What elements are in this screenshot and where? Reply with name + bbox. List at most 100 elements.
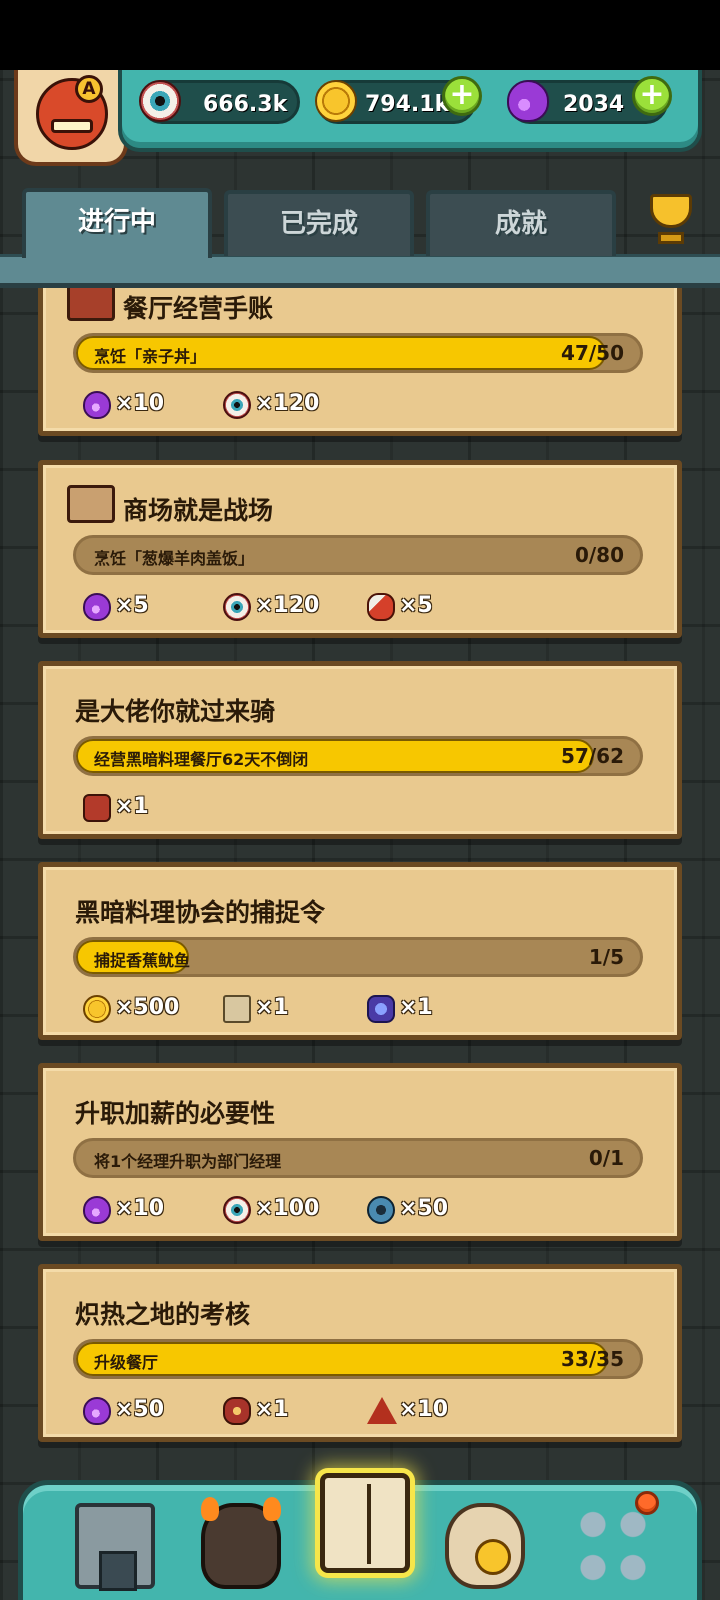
grid-menu-icon xyxy=(573,1503,653,1589)
bottom-navigation xyxy=(18,1473,702,1600)
nav-monster[interactable] xyxy=(201,1497,281,1589)
eyeball-value: 666.3k xyxy=(203,92,288,117)
quest-rewards: ×10 ×120 xyxy=(83,389,643,423)
eyeball-icon xyxy=(139,80,181,122)
quest-progress-count: 47/50 xyxy=(561,341,624,365)
quest-card[interactable]: 餐厅经营手账 烹饪「亲子丼」 47/50 ×10 ×120 xyxy=(38,288,682,436)
map-icon xyxy=(223,995,251,1023)
tab-achievements[interactable]: 成就 xyxy=(426,190,616,256)
reward-qty: ×120 xyxy=(255,391,320,416)
add-potion-button[interactable]: + xyxy=(632,76,672,116)
book-icon xyxy=(320,1473,410,1573)
quest-title: 升职加薪的必要性 xyxy=(75,1099,276,1128)
quest-title: 餐厅经营手账 xyxy=(123,294,274,323)
rank-badge: A xyxy=(75,75,103,103)
quest-progress-count: 0/80 xyxy=(574,543,624,567)
quest-title: 炽热之地的考核 xyxy=(75,1300,251,1329)
tab-bar-base xyxy=(0,254,720,288)
quest-progress-bar: 经营黑暗料理餐厅62天不倒闭 57/62 xyxy=(73,736,643,776)
reward-qty: ×1 xyxy=(255,995,289,1020)
money-bag-icon xyxy=(445,1503,525,1589)
quest-card[interactable]: 是大佬你就过来骑 经营黑暗料理餐厅62天不倒闭 57/62 ×1 xyxy=(38,661,682,839)
quest-rewards: ×50 ×1 ×10 xyxy=(83,1395,643,1429)
tab-completed[interactable]: 已完成 xyxy=(224,190,414,256)
trophy-icon[interactable] xyxy=(640,192,702,248)
quest-card[interactable]: 商场就是战场 烹饪「葱爆羊肉盖饭」 0/80 ×5 ×120 ×5 xyxy=(38,460,682,638)
reward-qty: ×1 xyxy=(399,995,433,1020)
quest-card[interactable]: 炽热之地的考核 升级餐厅 33/35 ×50 ×1 ×10 xyxy=(38,1264,682,1442)
eyeball-icon xyxy=(223,1196,251,1224)
coin-value: 794.1k xyxy=(365,92,450,117)
flower-icon xyxy=(223,1397,251,1425)
reward-qty: ×10 xyxy=(115,1196,165,1221)
gear-icon xyxy=(367,1196,395,1224)
potion-icon xyxy=(83,1397,111,1425)
potion-icon xyxy=(83,1196,111,1224)
reward-qty: ×10 xyxy=(399,1397,449,1422)
reward-qty: ×500 xyxy=(115,995,180,1020)
reward-qty: ×50 xyxy=(399,1196,449,1221)
quest-task: 捕捉香蕉鱿鱼 xyxy=(94,951,191,970)
quest-card[interactable]: 黑暗料理协会的捕捉令 捕捉香蕉鱿鱼 1/5 ×500 ×1 ×1 xyxy=(38,862,682,1040)
reward-qty: ×50 xyxy=(115,1397,165,1422)
quest-task: 烹饪「葱爆羊肉盖饭」 xyxy=(94,549,255,568)
restaurant-icon xyxy=(75,1503,155,1591)
potion-value: 2034 xyxy=(563,92,625,117)
notification-dot xyxy=(635,1491,659,1515)
eyeball-icon xyxy=(223,391,251,419)
reward-qty: ×5 xyxy=(115,593,149,618)
crystal-icon xyxy=(367,995,395,1023)
reward-qty: ×1 xyxy=(115,794,149,819)
tab-in-progress[interactable]: 进行中 xyxy=(22,188,212,258)
trophy-cup xyxy=(650,194,692,228)
monster-icon xyxy=(201,1497,281,1589)
coin-icon xyxy=(315,80,357,122)
resource-bar: 666.3k 794.1k + 2034 + xyxy=(118,70,702,152)
nav-quest-book[interactable] xyxy=(320,1473,410,1573)
meat-icon xyxy=(367,593,395,621)
quest-card[interactable]: 升职加薪的必要性 将1个经理升职为部门经理 0/1 ×10 ×100 ×50 xyxy=(38,1063,682,1241)
quest-progress-count: 57/62 xyxy=(561,744,624,768)
trophy-base xyxy=(658,232,684,244)
quest-progress-bar: 烹饪「亲子丼」 47/50 xyxy=(73,333,643,373)
quest-progress-bar: 将1个经理升职为部门经理 0/1 xyxy=(73,1138,643,1178)
reward-qty: ×120 xyxy=(255,593,320,618)
quest-progress-count: 1/5 xyxy=(588,945,624,969)
coin-icon xyxy=(83,995,111,1023)
nav-more[interactable] xyxy=(573,1491,659,1589)
quest-title: 黑暗料理协会的捕捉令 xyxy=(75,898,326,927)
quest-rewards: ×10 ×100 ×50 xyxy=(83,1194,643,1228)
quest-title: 是大佬你就过来骑 xyxy=(75,697,276,726)
quest-progress-bar: 捕捉香蕉鱿鱼 1/5 xyxy=(73,937,643,977)
quest-task: 烹饪「亲子丼」 xyxy=(94,347,207,366)
quest-rewards: ×1 xyxy=(83,792,643,826)
potion-icon xyxy=(83,391,111,419)
quest-progress-bar: 烹饪「葱爆羊肉盖饭」 0/80 xyxy=(73,535,643,575)
quest-progress-count: 0/1 xyxy=(588,1146,624,1170)
add-coin-button[interactable]: + xyxy=(442,76,482,116)
nav-restaurant[interactable] xyxy=(75,1503,155,1591)
potion-icon xyxy=(83,593,111,621)
nav-bag[interactable] xyxy=(445,1503,525,1589)
player-avatar[interactable]: A xyxy=(14,70,128,166)
reward-qty: ×5 xyxy=(399,593,433,618)
monster-mouth xyxy=(51,119,93,133)
eyeball-icon xyxy=(223,593,251,621)
quest-title: 商场就是战场 xyxy=(123,496,274,525)
quest-task: 升级餐厅 xyxy=(94,1353,159,1372)
fire-crystal-icon xyxy=(367,1397,397,1425)
reward-qty: ×100 xyxy=(255,1196,320,1221)
potion-icon xyxy=(507,80,549,122)
reward-qty: ×10 xyxy=(115,391,165,416)
quest-progress-bar: 升级餐厅 33/35 xyxy=(73,1339,643,1379)
quest-rewards: ×500 ×1 ×1 xyxy=(83,993,643,1027)
monster-mount-icon xyxy=(83,794,111,822)
quest-list[interactable]: 餐厅经营手账 烹饪「亲子丼」 47/50 ×10 ×120 商场就是战场 烹饪「… xyxy=(0,288,720,1453)
status-bar xyxy=(0,0,720,70)
quest-task: 将1个经理升职为部门经理 xyxy=(94,1152,282,1171)
map-scroll-icon xyxy=(67,485,115,523)
quest-progress-count: 33/35 xyxy=(561,1347,624,1371)
quest-rewards: ×5 ×120 ×5 xyxy=(83,591,643,625)
eyeball-currency: 666.3k xyxy=(139,80,300,124)
reward-qty: ×1 xyxy=(255,1397,289,1422)
